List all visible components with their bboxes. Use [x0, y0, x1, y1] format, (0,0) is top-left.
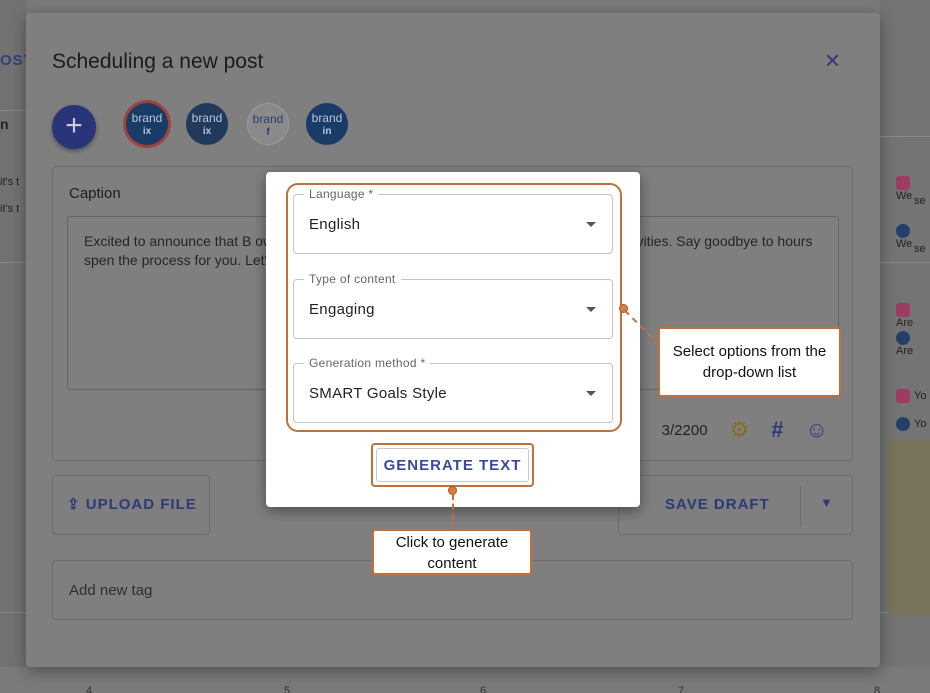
day-number: 4 [86, 685, 93, 693]
brand-linkedin-avatar[interactable]: brand in [306, 103, 348, 145]
dialog-title: Scheduling a new post [52, 50, 264, 73]
chevron-down-icon[interactable]: ▼ [820, 495, 833, 510]
annotation-connector [452, 494, 454, 529]
generate-text-button[interactable]: GENERATE TEXT [376, 448, 529, 482]
brand-instagram-avatar[interactable]: brand ix [126, 103, 168, 145]
day-number: 7 [678, 685, 685, 693]
instagram-icon [896, 176, 910, 190]
upload-file-label: UPLOAD FILE [85, 496, 197, 513]
day-number: 8 [874, 685, 881, 693]
column-header-fragment: n [0, 116, 9, 132]
day-number: 5 [284, 685, 291, 693]
brand-facebook-avatar[interactable]: brand f [247, 103, 289, 145]
calendar-entry-cont: se [914, 195, 926, 207]
calendar-bottom-row: 4 5 6 7 8 [0, 667, 930, 693]
instagram-icon [896, 389, 910, 403]
emoji-icon[interactable]: ☺ [806, 419, 828, 441]
event-fragment[interactable]: it's t [0, 203, 19, 215]
calendar-left-column: OST n it's t it's t [0, 0, 33, 693]
instagram-icon [896, 303, 910, 317]
caption-label: Caption [69, 185, 121, 202]
robot-icon[interactable]: ⚙ [730, 419, 750, 441]
caption-toolbar: 3/2200 ⚙ # ☺ [662, 419, 828, 441]
brand-tiktok-avatar[interactable]: brand ix [186, 103, 228, 145]
generate-text-button-highlight: GENERATE TEXT [371, 443, 534, 487]
calendar-cell-highlight [888, 440, 930, 615]
upload-file-button[interactable]: ⇪ UPLOAD FILE [52, 475, 210, 535]
save-draft-button[interactable]: SAVE DRAFT [665, 496, 770, 513]
generate-callout: Click to generate content [372, 529, 532, 575]
linkedin-icon [896, 224, 910, 238]
calendar-entry-cont: se [914, 243, 926, 255]
close-icon[interactable]: × [825, 47, 840, 73]
day-number: 6 [480, 685, 487, 693]
linkedin-icon [896, 331, 910, 345]
select-options-callout: Select options from the drop-down list [658, 327, 841, 397]
upload-icon: ⇪ [67, 496, 81, 513]
button-divider [800, 486, 801, 526]
calendar-entry[interactable]: Are [896, 331, 930, 357]
save-draft-split-button: SAVE DRAFT ▼ [618, 475, 853, 535]
tag-placeholder: Add new tag [69, 582, 153, 599]
add-account-button[interactable]: + [52, 105, 96, 149]
calendar-entry[interactable]: Are [896, 303, 930, 329]
calendar-entry[interactable]: Yo [896, 417, 926, 431]
calendar-entry[interactable]: Yo [896, 389, 926, 403]
char-count: 3/2200 [661, 421, 708, 439]
dropdowns-highlight-outline [286, 183, 622, 432]
linkedin-icon [896, 417, 910, 431]
event-fragment[interactable]: it's t [0, 176, 19, 188]
hashtag-icon[interactable]: # [771, 419, 783, 441]
calendar-right-column: We se We se Are Are Yo Yo [880, 0, 930, 693]
